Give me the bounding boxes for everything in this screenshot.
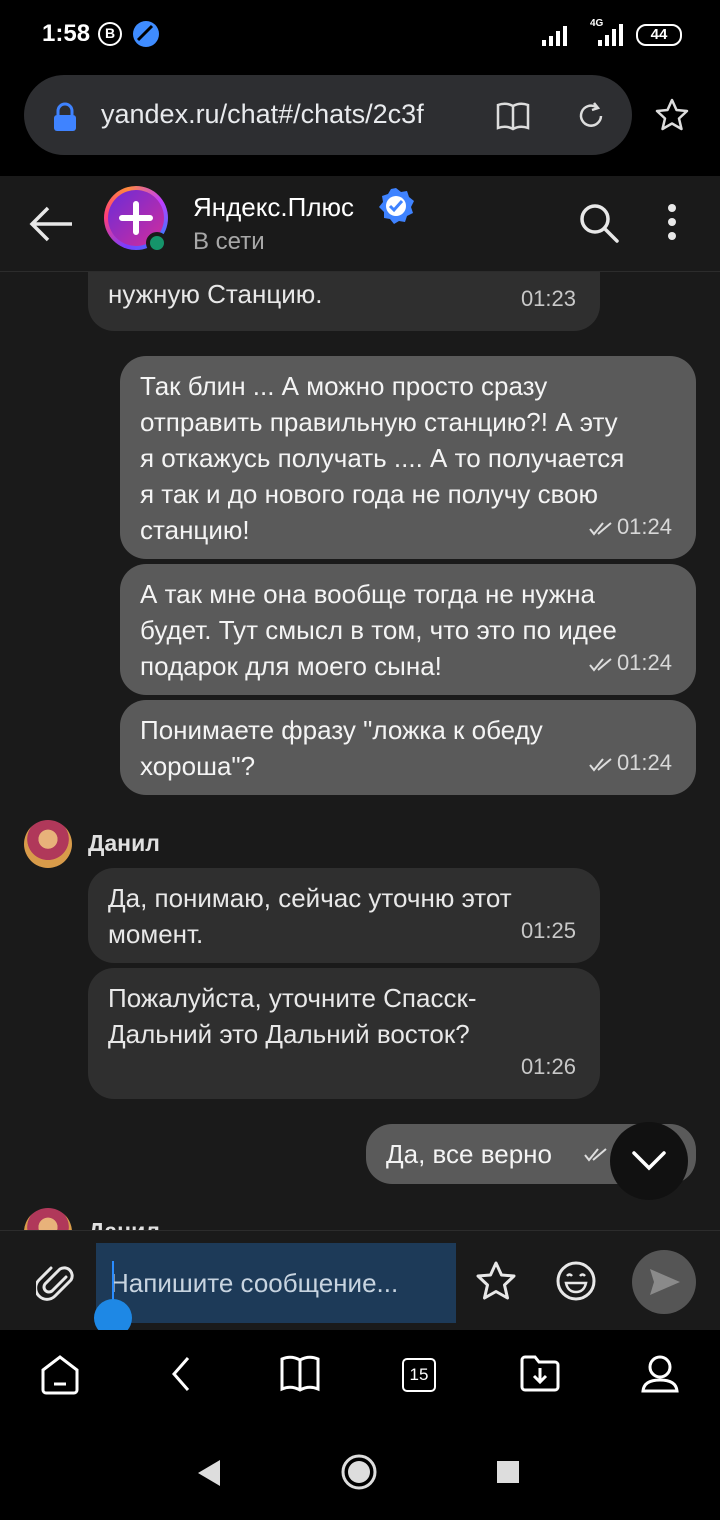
- incoming-message[interactable]: нужную Станцию. 01:23: [88, 272, 600, 331]
- message-time: 01:23: [520, 286, 576, 311]
- nav-recents-icon[interactable]: [496, 1460, 520, 1484]
- message-text: Да, понимаю, сейчас уточню этот момент.: [108, 883, 512, 949]
- signal-icon: [542, 26, 567, 46]
- incoming-message[interactable]: Пожалуйста, уточните Спасск- Дальний это…: [88, 968, 600, 1099]
- read-ticks-icon: [584, 1148, 607, 1162]
- nav-back-icon[interactable]: [196, 1458, 222, 1488]
- message-text: А так мне она вообще тогда не нужна буде…: [140, 579, 617, 681]
- chat-header: Яндекс.Плюс В сети: [0, 176, 720, 272]
- b-notification-icon: B: [98, 22, 122, 46]
- status-time: 1:58: [42, 20, 91, 47]
- home-icon[interactable]: [40, 1354, 80, 1396]
- send-button[interactable]: [632, 1250, 696, 1314]
- chat-status: В сети: [193, 228, 265, 255]
- back-arrow-icon[interactable]: [28, 204, 74, 244]
- tabs-button[interactable]: 15: [402, 1358, 436, 1392]
- downloads-icon[interactable]: [520, 1354, 560, 1392]
- system-nav-bar: [0, 1426, 720, 1520]
- chat-title[interactable]: Яндекс.Плюс: [193, 192, 354, 223]
- address-bar[interactable]: yandex.ru/chat#/chats/2c3f: [24, 75, 632, 155]
- message-time: 01:26: [520, 1054, 576, 1079]
- verified-badge-icon: [379, 188, 414, 224]
- paperclip-icon[interactable]: [36, 1261, 76, 1303]
- lock-icon: [54, 102, 76, 131]
- sender-name: Данил: [88, 830, 160, 856]
- app-notification-icon: [133, 21, 159, 47]
- browser-bottom-nav: 15: [0, 1330, 720, 1426]
- sender-avatar[interactable]: [24, 1208, 72, 1230]
- outgoing-message[interactable]: А так мне она вообще тогда не нужна буде…: [120, 564, 696, 695]
- search-icon[interactable]: [578, 202, 620, 244]
- book-icon[interactable]: [280, 1354, 320, 1392]
- online-indicator: [146, 232, 168, 254]
- battery-icon: 44: [636, 24, 682, 46]
- send-icon: [650, 1269, 680, 1295]
- reload-icon[interactable]: [576, 101, 606, 131]
- read-ticks-icon: [589, 758, 612, 772]
- message-text: Понимаете фразу "ложка к обеду хороша"?: [140, 715, 543, 781]
- message-time: 01:24: [589, 509, 672, 545]
- message-text: Так блин ... А можно просто сразу отправ…: [140, 371, 625, 545]
- message-list[interactable]: нужную Станцию. 01:23 Так блин ... А мож…: [0, 272, 720, 1230]
- message-time: 01:24: [589, 645, 672, 681]
- reader-mode-icon[interactable]: [496, 101, 530, 131]
- chevron-down-icon: [632, 1151, 666, 1171]
- bookmark-star-icon[interactable]: [654, 97, 690, 133]
- plus-logo-icon: [119, 201, 153, 235]
- scroll-to-bottom-button[interactable]: [610, 1122, 688, 1200]
- message-text: нужную Станцию.: [108, 279, 323, 309]
- status-bar: 1:58 B 4G 44: [0, 0, 720, 70]
- more-vertical-icon[interactable]: [662, 202, 682, 242]
- nav-home-icon[interactable]: [340, 1453, 378, 1491]
- message-text: Да, все верно: [386, 1139, 552, 1169]
- message-time: 01:25: [520, 918, 576, 943]
- outgoing-message[interactable]: Так блин ... А можно просто сразу отправ…: [120, 356, 696, 559]
- message-time: 01:24: [589, 745, 672, 781]
- profile-icon[interactable]: [640, 1354, 680, 1394]
- signal-4g-icon: [598, 24, 623, 46]
- read-ticks-icon: [589, 522, 612, 536]
- read-ticks-icon: [589, 658, 612, 672]
- message-input[interactable]: [96, 1243, 456, 1323]
- star-icon[interactable]: [474, 1259, 518, 1303]
- sender-name: Данил: [88, 1218, 160, 1230]
- sender-avatar[interactable]: [24, 820, 72, 868]
- url-text[interactable]: yandex.ru/chat#/chats/2c3f: [101, 99, 457, 130]
- emoji-icon[interactable]: [554, 1259, 598, 1303]
- message-composer: [0, 1230, 720, 1337]
- browser-toolbar: yandex.ru/chat#/chats/2c3f: [0, 70, 720, 176]
- outgoing-message[interactable]: Понимаете фразу "ложка к обеду хороша"? …: [120, 700, 696, 795]
- back-icon[interactable]: [168, 1354, 192, 1394]
- message-text: Пожалуйста, уточните Спасск- Дальний это…: [108, 983, 477, 1049]
- incoming-message[interactable]: Да, понимаю, сейчас уточню этот момент. …: [88, 868, 600, 963]
